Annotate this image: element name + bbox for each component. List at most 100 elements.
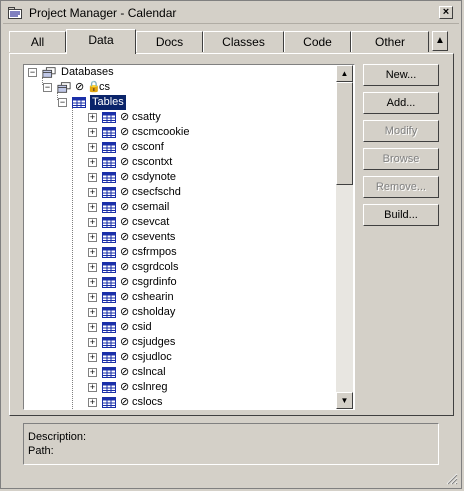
table-icon [102, 262, 116, 273]
exclude-icon: ⊘ [120, 186, 130, 198]
exclude-icon: ⊘ [120, 201, 130, 213]
exclude-icon: ⊘ [120, 231, 130, 243]
expand-icon[interactable]: + [88, 308, 97, 317]
expand-icon[interactable]: + [88, 158, 97, 167]
exclude-icon: ⊘ [120, 261, 130, 273]
tree-label: csevcat [132, 216, 170, 228]
table-icon [102, 352, 116, 363]
tab-docs[interactable]: Docs [136, 31, 203, 52]
tab-classes[interactable]: Classes [203, 31, 284, 52]
exclude-icon: ⊘ [120, 156, 130, 168]
expand-icon[interactable]: + [88, 383, 97, 392]
expand-icon[interactable]: + [88, 233, 97, 242]
tree-label: csjudges [132, 336, 176, 348]
expand-icon[interactable]: + [88, 143, 97, 152]
expand-icon[interactable]: + [88, 323, 97, 332]
table-icon [102, 397, 116, 408]
databases-icon [42, 67, 56, 78]
exclude-icon: ⊘ [120, 306, 130, 318]
expand-icon[interactable]: + [88, 278, 97, 287]
modify-button[interactable]: Modify [363, 120, 439, 142]
expand-icon[interactable]: + [88, 338, 97, 347]
tree-label: csemail [132, 201, 170, 213]
build-button[interactable]: Build... [363, 204, 439, 226]
tree-label: Databases [61, 66, 114, 78]
expand-icon[interactable]: + [88, 128, 97, 137]
exclude-icon: ⊘ [120, 171, 130, 183]
remove-button[interactable]: Remove... [363, 176, 439, 198]
collapse-icon[interactable]: − [28, 68, 37, 77]
table-icon [102, 292, 116, 303]
path-label: Path: [28, 445, 54, 457]
tree-label: csid [132, 321, 152, 333]
table-icon [102, 247, 116, 258]
expand-icon[interactable]: + [88, 173, 97, 182]
tree-label: csjudloc [132, 351, 172, 363]
scroll-up-button[interactable]: ▲ [336, 65, 353, 82]
tab-data[interactable]: Data [66, 29, 136, 54]
collapse-icon[interactable]: − [58, 98, 67, 107]
table-icon [102, 232, 116, 243]
expand-icon[interactable]: + [88, 188, 97, 197]
project-icon [8, 7, 22, 19]
database-icon [57, 82, 71, 93]
expand-icon[interactable]: + [88, 398, 97, 407]
new-button[interactable]: New... [363, 64, 439, 86]
exclude-icon: ⊘ [120, 276, 130, 288]
tree-label: cshearin [132, 291, 174, 303]
tab-strip: All Data Docs Classes Code Other ▲ [9, 29, 459, 54]
table-icon [102, 142, 116, 153]
project-tree[interactable]: − Databases − ⊘ 🔒 cs − Tables + ⊘ csatty… [23, 64, 355, 410]
resize-grip-icon[interactable] [446, 473, 458, 485]
exclude-icon: ⊘ [120, 126, 130, 138]
table-icon [102, 172, 116, 183]
close-icon: × [442, 6, 450, 18]
project-manager-window: Project Manager - Calendar × All Data Do… [0, 0, 462, 489]
tab-scroll-button[interactable]: ▲ [432, 31, 448, 51]
exclude-icon: ⊘ [120, 216, 130, 228]
scroll-down-button[interactable]: ▼ [336, 392, 353, 409]
scroll-thumb[interactable] [336, 82, 353, 185]
close-button[interactable]: × [439, 6, 453, 19]
add-button[interactable]: Add... [363, 92, 439, 114]
exclude-icon: ⊘ [120, 351, 130, 363]
window-title: Project Manager - Calendar [29, 6, 177, 20]
description-label: Description: [28, 431, 87, 443]
tree-label: cslncal [132, 366, 166, 378]
expand-icon[interactable]: + [88, 203, 97, 212]
browse-button[interactable]: Browse [363, 148, 439, 170]
arrow-down-icon: ▼ [340, 396, 349, 405]
tree-label: csgrdinfo [132, 276, 177, 288]
expand-icon[interactable]: + [88, 368, 97, 377]
expand-icon[interactable]: + [88, 353, 97, 362]
tree-scrollbar[interactable]: ▲ ▼ [336, 65, 353, 409]
exclude-icon: ⊘ [120, 141, 130, 153]
expand-icon[interactable]: + [88, 293, 97, 302]
tree-label: cslocs [132, 396, 163, 408]
table-icon [102, 307, 116, 318]
table-icon [102, 157, 116, 168]
exclude-icon: ⊘ [120, 111, 130, 123]
tree-label: cslnreg [132, 381, 168, 393]
table-icon [102, 367, 116, 378]
expand-icon[interactable]: + [88, 263, 97, 272]
table-icon [102, 187, 116, 198]
title-bar[interactable]: Project Manager - Calendar × [3, 3, 459, 24]
table-icon [72, 97, 86, 108]
tree-label: csconf [132, 141, 164, 153]
expand-icon[interactable]: + [88, 113, 97, 122]
tree-label: csdynote [132, 171, 177, 183]
expand-icon[interactable]: + [88, 218, 97, 227]
tab-all[interactable]: All [9, 31, 66, 52]
tab-other[interactable]: Other [351, 31, 429, 52]
tree-label: csecfschd [132, 186, 181, 198]
tree-label: csevents [132, 231, 176, 243]
expand-icon[interactable]: + [88, 248, 97, 257]
tree-label: csholday [132, 306, 176, 318]
tab-code[interactable]: Code [284, 31, 351, 52]
exclude-icon: ⊘ [75, 81, 85, 93]
collapse-icon[interactable]: − [43, 83, 52, 92]
exclude-icon: ⊘ [120, 381, 130, 393]
exclude-icon: ⊘ [120, 336, 130, 348]
tree-view[interactable]: − Databases − ⊘ 🔒 cs − Tables + ⊘ csatty… [24, 65, 336, 409]
